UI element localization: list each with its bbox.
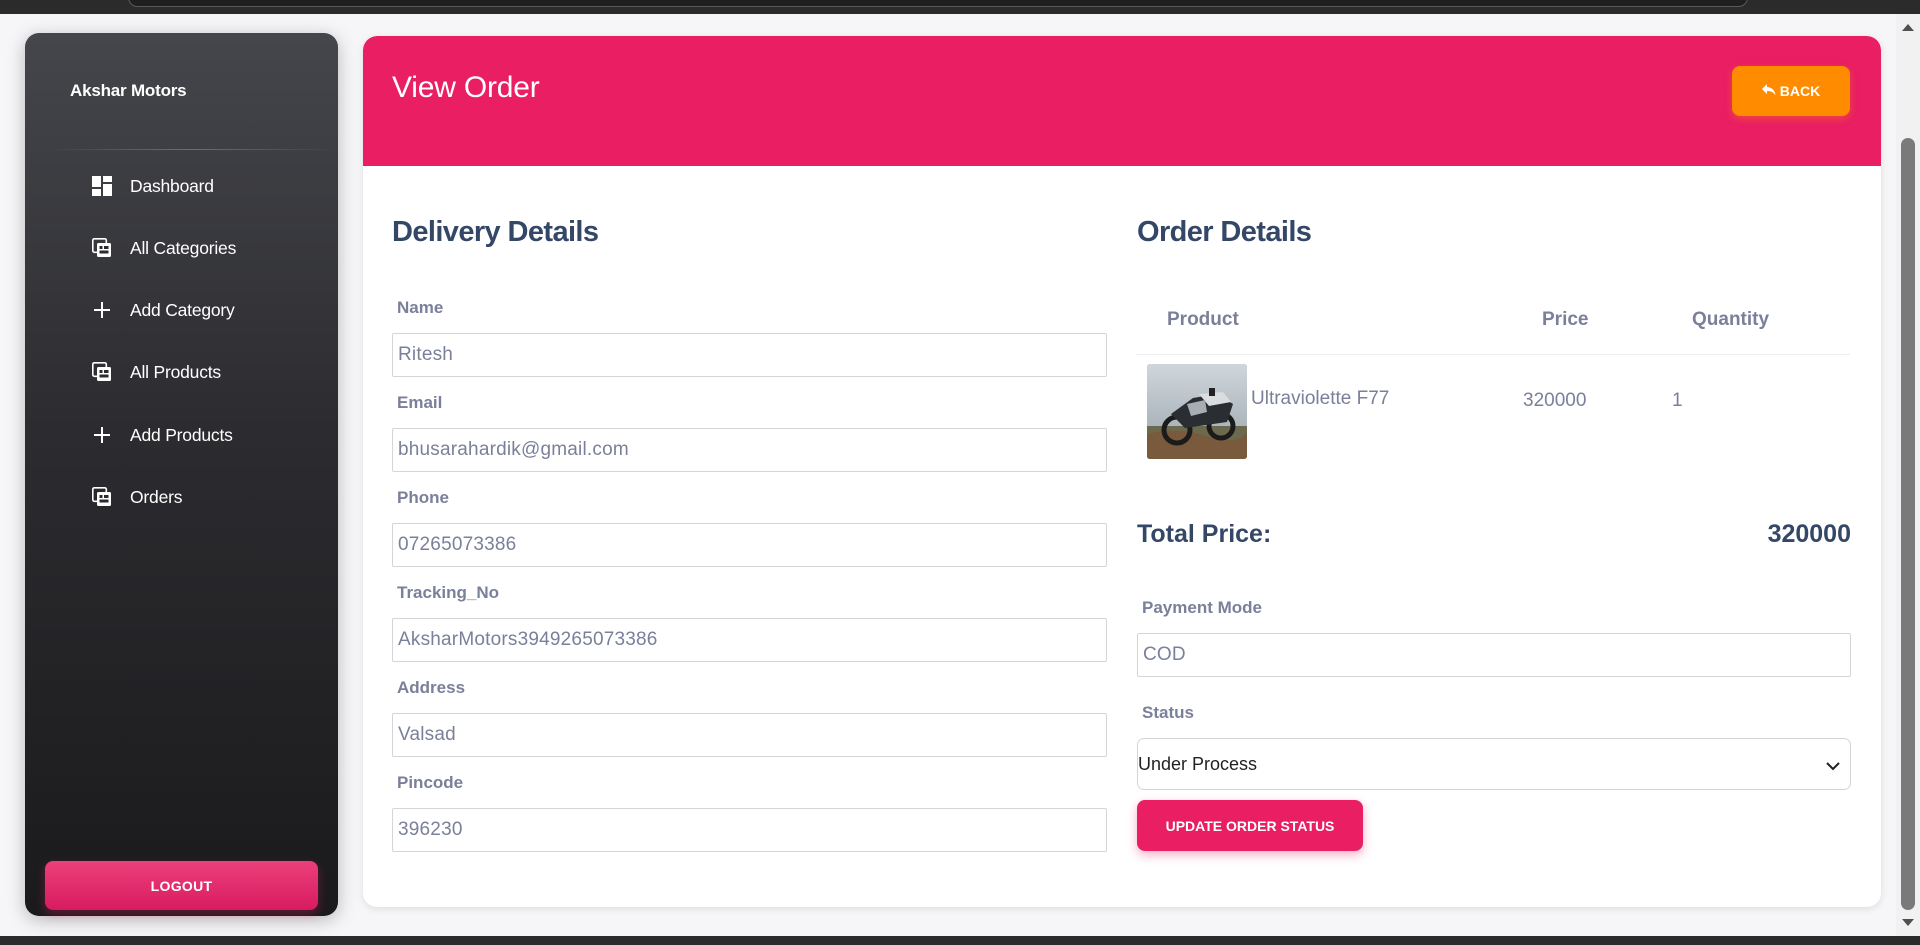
- update-order-status-button[interactable]: UPDATE ORDER STATUS: [1137, 800, 1363, 851]
- card-header: View Order BACK: [363, 36, 1881, 166]
- sidebar-item-label: Dashboard: [130, 175, 214, 196]
- collections-icon: [90, 360, 114, 384]
- tracking-no-field[interactable]: AksharMotors3949265073386: [392, 618, 1107, 662]
- order-card: View Order BACK Delivery Details Name Ri…: [363, 36, 1881, 907]
- table-divider: [1136, 354, 1850, 355]
- scroll-up-arrow-icon[interactable]: [1902, 24, 1914, 31]
- status-select[interactable]: Under Process: [1137, 738, 1851, 790]
- sidebar-item-dashboard[interactable]: Dashboard: [65, 164, 325, 208]
- status-label: Status: [1142, 703, 1194, 722]
- page-scrollbar[interactable]: [1896, 14, 1920, 936]
- product-name: Ultraviolette F77: [1251, 388, 1390, 409]
- product-image: [1147, 364, 1247, 459]
- column-header-quantity: Quantity: [1692, 309, 1770, 330]
- browser-top-strip: [0, 0, 1920, 14]
- scroll-down-arrow-icon[interactable]: [1902, 919, 1914, 926]
- brand-divider: [45, 149, 337, 150]
- plus-icon: [90, 298, 114, 322]
- delivery-details-title: Delivery Details: [392, 216, 599, 248]
- address-field[interactable]: Valsad: [392, 713, 1107, 757]
- dashboard-icon: [90, 174, 114, 198]
- sidebar-item-add-category[interactable]: Add Category: [65, 288, 325, 332]
- sidebar-item-orders[interactable]: Orders: [65, 475, 325, 519]
- status-select-value: Under Process: [1138, 753, 1258, 774]
- pincode-field[interactable]: 396230: [392, 808, 1107, 852]
- address-bar[interactable]: [128, 0, 1748, 7]
- back-button[interactable]: BACK: [1732, 66, 1850, 116]
- chevron-down-icon: [1826, 755, 1840, 776]
- page-viewport: Akshar Motors Dashboard All Categories A…: [0, 14, 1896, 936]
- product-quantity: 1: [1672, 390, 1683, 411]
- address-label: Address: [397, 678, 466, 697]
- name-field[interactable]: Ritesh: [392, 333, 1107, 377]
- sidebar-item-label: All Categories: [130, 237, 237, 258]
- collections-icon: [90, 485, 114, 509]
- sidebar-item-all-products[interactable]: All Products: [65, 350, 325, 394]
- plus-icon: [90, 423, 114, 447]
- total-price-value: 320000: [1767, 520, 1851, 548]
- brand-name[interactable]: Akshar Motors: [70, 81, 187, 101]
- payment-mode-field[interactable]: COD: [1137, 633, 1851, 677]
- page-title: View Order: [392, 71, 540, 104]
- scroll-thumb[interactable]: [1901, 138, 1915, 910]
- sidebar-item-label: All Products: [130, 361, 221, 382]
- column-header-product: Product: [1167, 309, 1239, 330]
- collections-icon: [90, 236, 114, 260]
- sidebar-item-add-products[interactable]: Add Products: [65, 413, 325, 457]
- column-header-price: Price: [1542, 309, 1589, 330]
- phone-label: Phone: [397, 488, 449, 507]
- product-price: 320000: [1523, 390, 1587, 411]
- pincode-label: Pincode: [397, 773, 464, 792]
- sidebar-item-all-categories[interactable]: All Categories: [65, 226, 325, 270]
- name-label: Name: [397, 298, 444, 317]
- reply-icon: [1761, 83, 1776, 99]
- tracking-no-label: Tracking_No: [397, 583, 500, 602]
- back-button-label: BACK: [1779, 83, 1821, 99]
- email-field[interactable]: bhusarahardik@gmail.com: [392, 428, 1107, 472]
- phone-field[interactable]: 07265073386: [392, 523, 1107, 567]
- sidebar-item-label: Add Products: [130, 424, 233, 445]
- order-details-title: Order Details: [1137, 216, 1312, 248]
- sidebar-item-label: Orders: [130, 486, 183, 507]
- sidebar-item-label: Add Category: [130, 299, 235, 320]
- payment-mode-label: Payment Mode: [1142, 598, 1262, 617]
- logout-button[interactable]: LOGOUT: [45, 861, 318, 910]
- email-label: Email: [397, 393, 443, 412]
- total-price-label: Total Price:: [1137, 520, 1272, 548]
- sidebar: Akshar Motors Dashboard All Categories A…: [25, 33, 338, 916]
